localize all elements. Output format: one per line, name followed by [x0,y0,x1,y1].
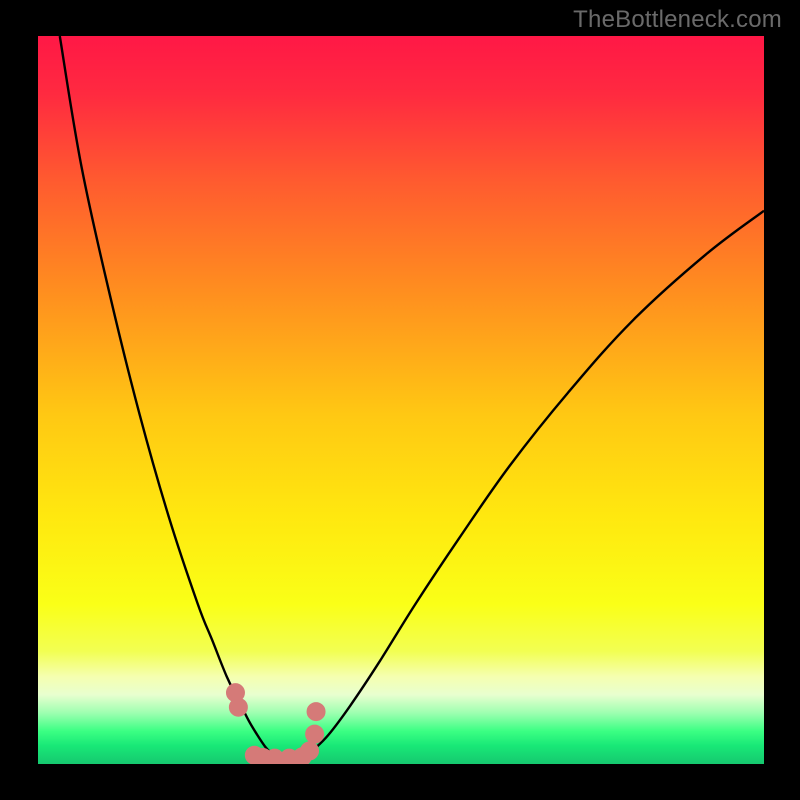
valley-marker-dot [301,742,319,760]
valley-marker-dot [306,725,324,743]
gradient-background [38,36,764,764]
valley-marker-dot [229,698,247,716]
plot-area [38,36,764,764]
valley-marker-dot [307,703,325,721]
watermark-text: TheBottleneck.com [573,6,782,34]
chart-frame: TheBottleneck.com [0,0,800,800]
chart-svg [38,36,764,764]
